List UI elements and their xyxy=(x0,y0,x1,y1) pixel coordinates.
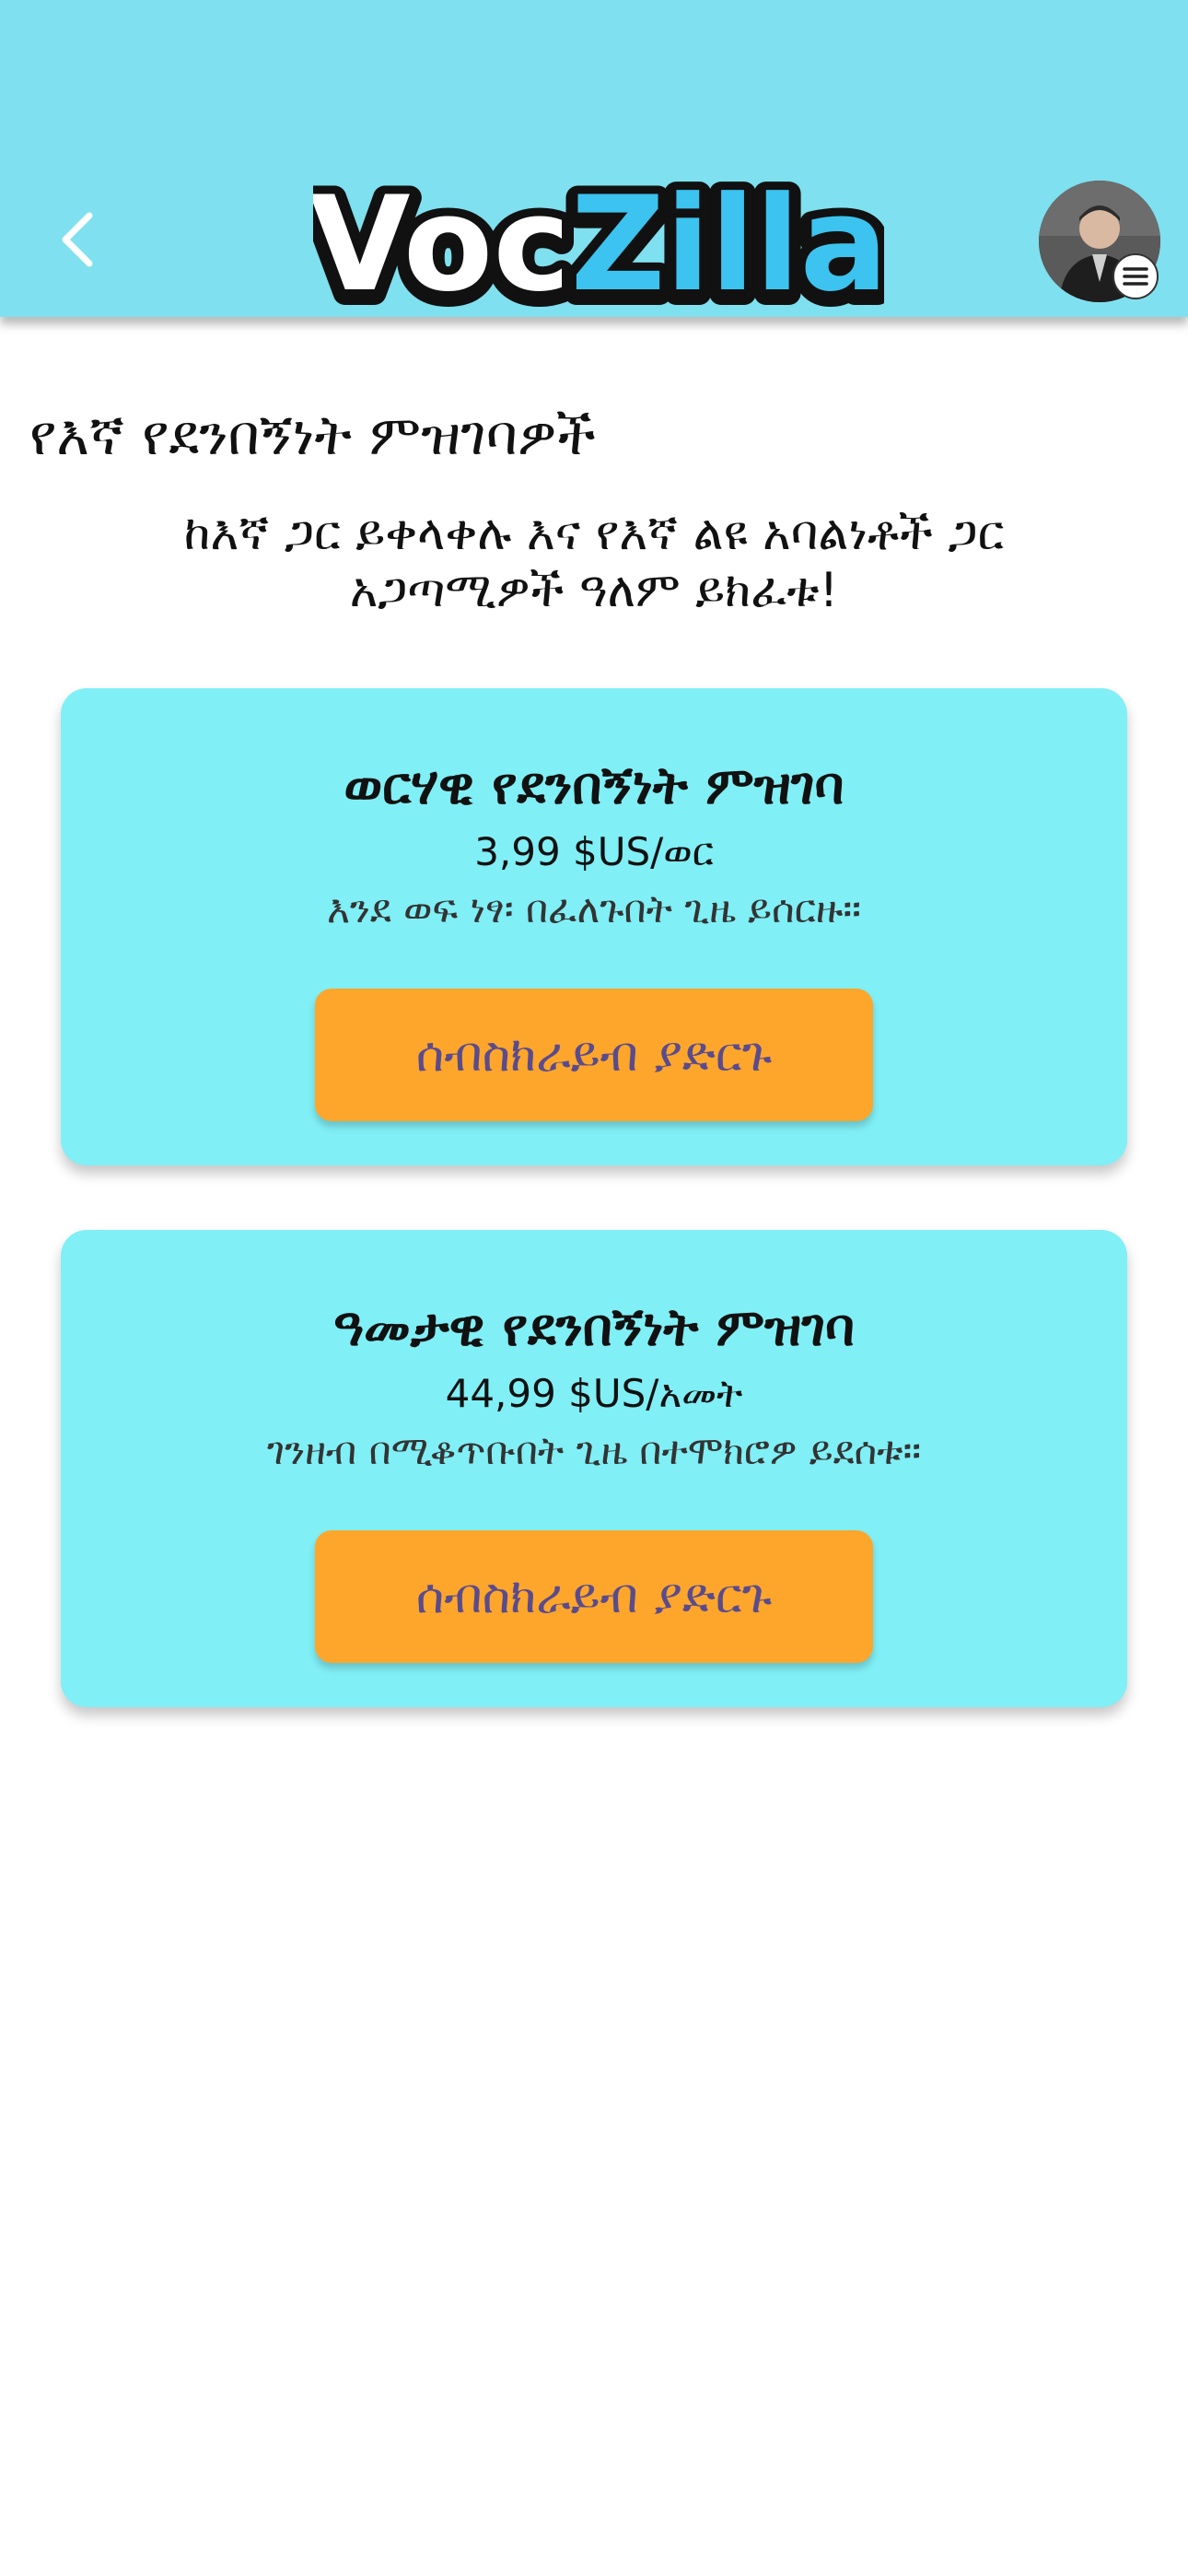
plan-name: ዓመታዊ የደንበኝነት ምዝገባ xyxy=(332,1298,855,1358)
plan-name: ወርሃዊ የደንበኝነት ምዝገባ xyxy=(344,756,844,816)
menu-button[interactable] xyxy=(1112,253,1159,299)
subscribe-button-monthly[interactable]: ሰብስክራይብ ያድርጉ xyxy=(315,989,873,1121)
chevron-left-icon xyxy=(62,212,93,267)
app-header: VocZilla VocZilla xyxy=(0,0,1188,317)
subtitle-line-2: አጋጣሚዎች ዓለም ይክፈቱ! xyxy=(349,563,839,618)
subscribe-button-label: ሰብስክራይብ ያድርጉ xyxy=(415,1026,773,1083)
subscribe-button-yearly[interactable]: ሰብስክራይብ ያድርጉ xyxy=(315,1530,873,1663)
page-subtitle: ከእኛ ጋር ይቀላቀሉ እና የእኛ ልዩ አባልነቶች ጋር አጋጣሚዎች … xyxy=(64,505,1124,619)
hamburger-menu-icon xyxy=(1123,267,1148,286)
plan-price: 3,99 $US/ወር xyxy=(474,829,714,874)
logo-part-voc: Voc xyxy=(313,175,571,313)
subscribe-button-label: ሰብስክራይብ ያድርጉ xyxy=(415,1568,773,1624)
plan-price: 44,99 $US/አመት xyxy=(445,1371,743,1416)
svg-text:VocZilla: VocZilla xyxy=(313,175,884,313)
plan-card-monthly: ወርሃዊ የደንበኝነት ምዝገባ 3,99 $US/ወር እንደ ወፍ ነፃ፡… xyxy=(61,688,1127,1165)
plan-note: እንደ ወፍ ነፃ፡ በፈለጉበት ጊዜ ይሰርዙ። xyxy=(327,886,861,931)
voczilla-logo: VocZilla VocZilla xyxy=(313,175,884,313)
logo-part-zilla: Zilla xyxy=(571,175,884,313)
back-button[interactable] xyxy=(51,195,106,278)
subtitle-line-1: ከእኛ ጋር ይቀላቀሉ እና የእኛ ልዩ አባልነቶች ጋር xyxy=(183,506,1005,561)
plan-note: ገንዘብ በሚቆጥቡበት ጊዜ በተሞክሮዎ ይደሰቱ። xyxy=(266,1428,922,1473)
page-title: የእኛ የደንበኝነት ምዝገባዎች xyxy=(29,404,596,468)
plan-card-yearly: ዓመታዊ የደንበኝነት ምዝገባ 44,99 $US/አመት ገንዘብ በሚቆ… xyxy=(61,1230,1127,1707)
